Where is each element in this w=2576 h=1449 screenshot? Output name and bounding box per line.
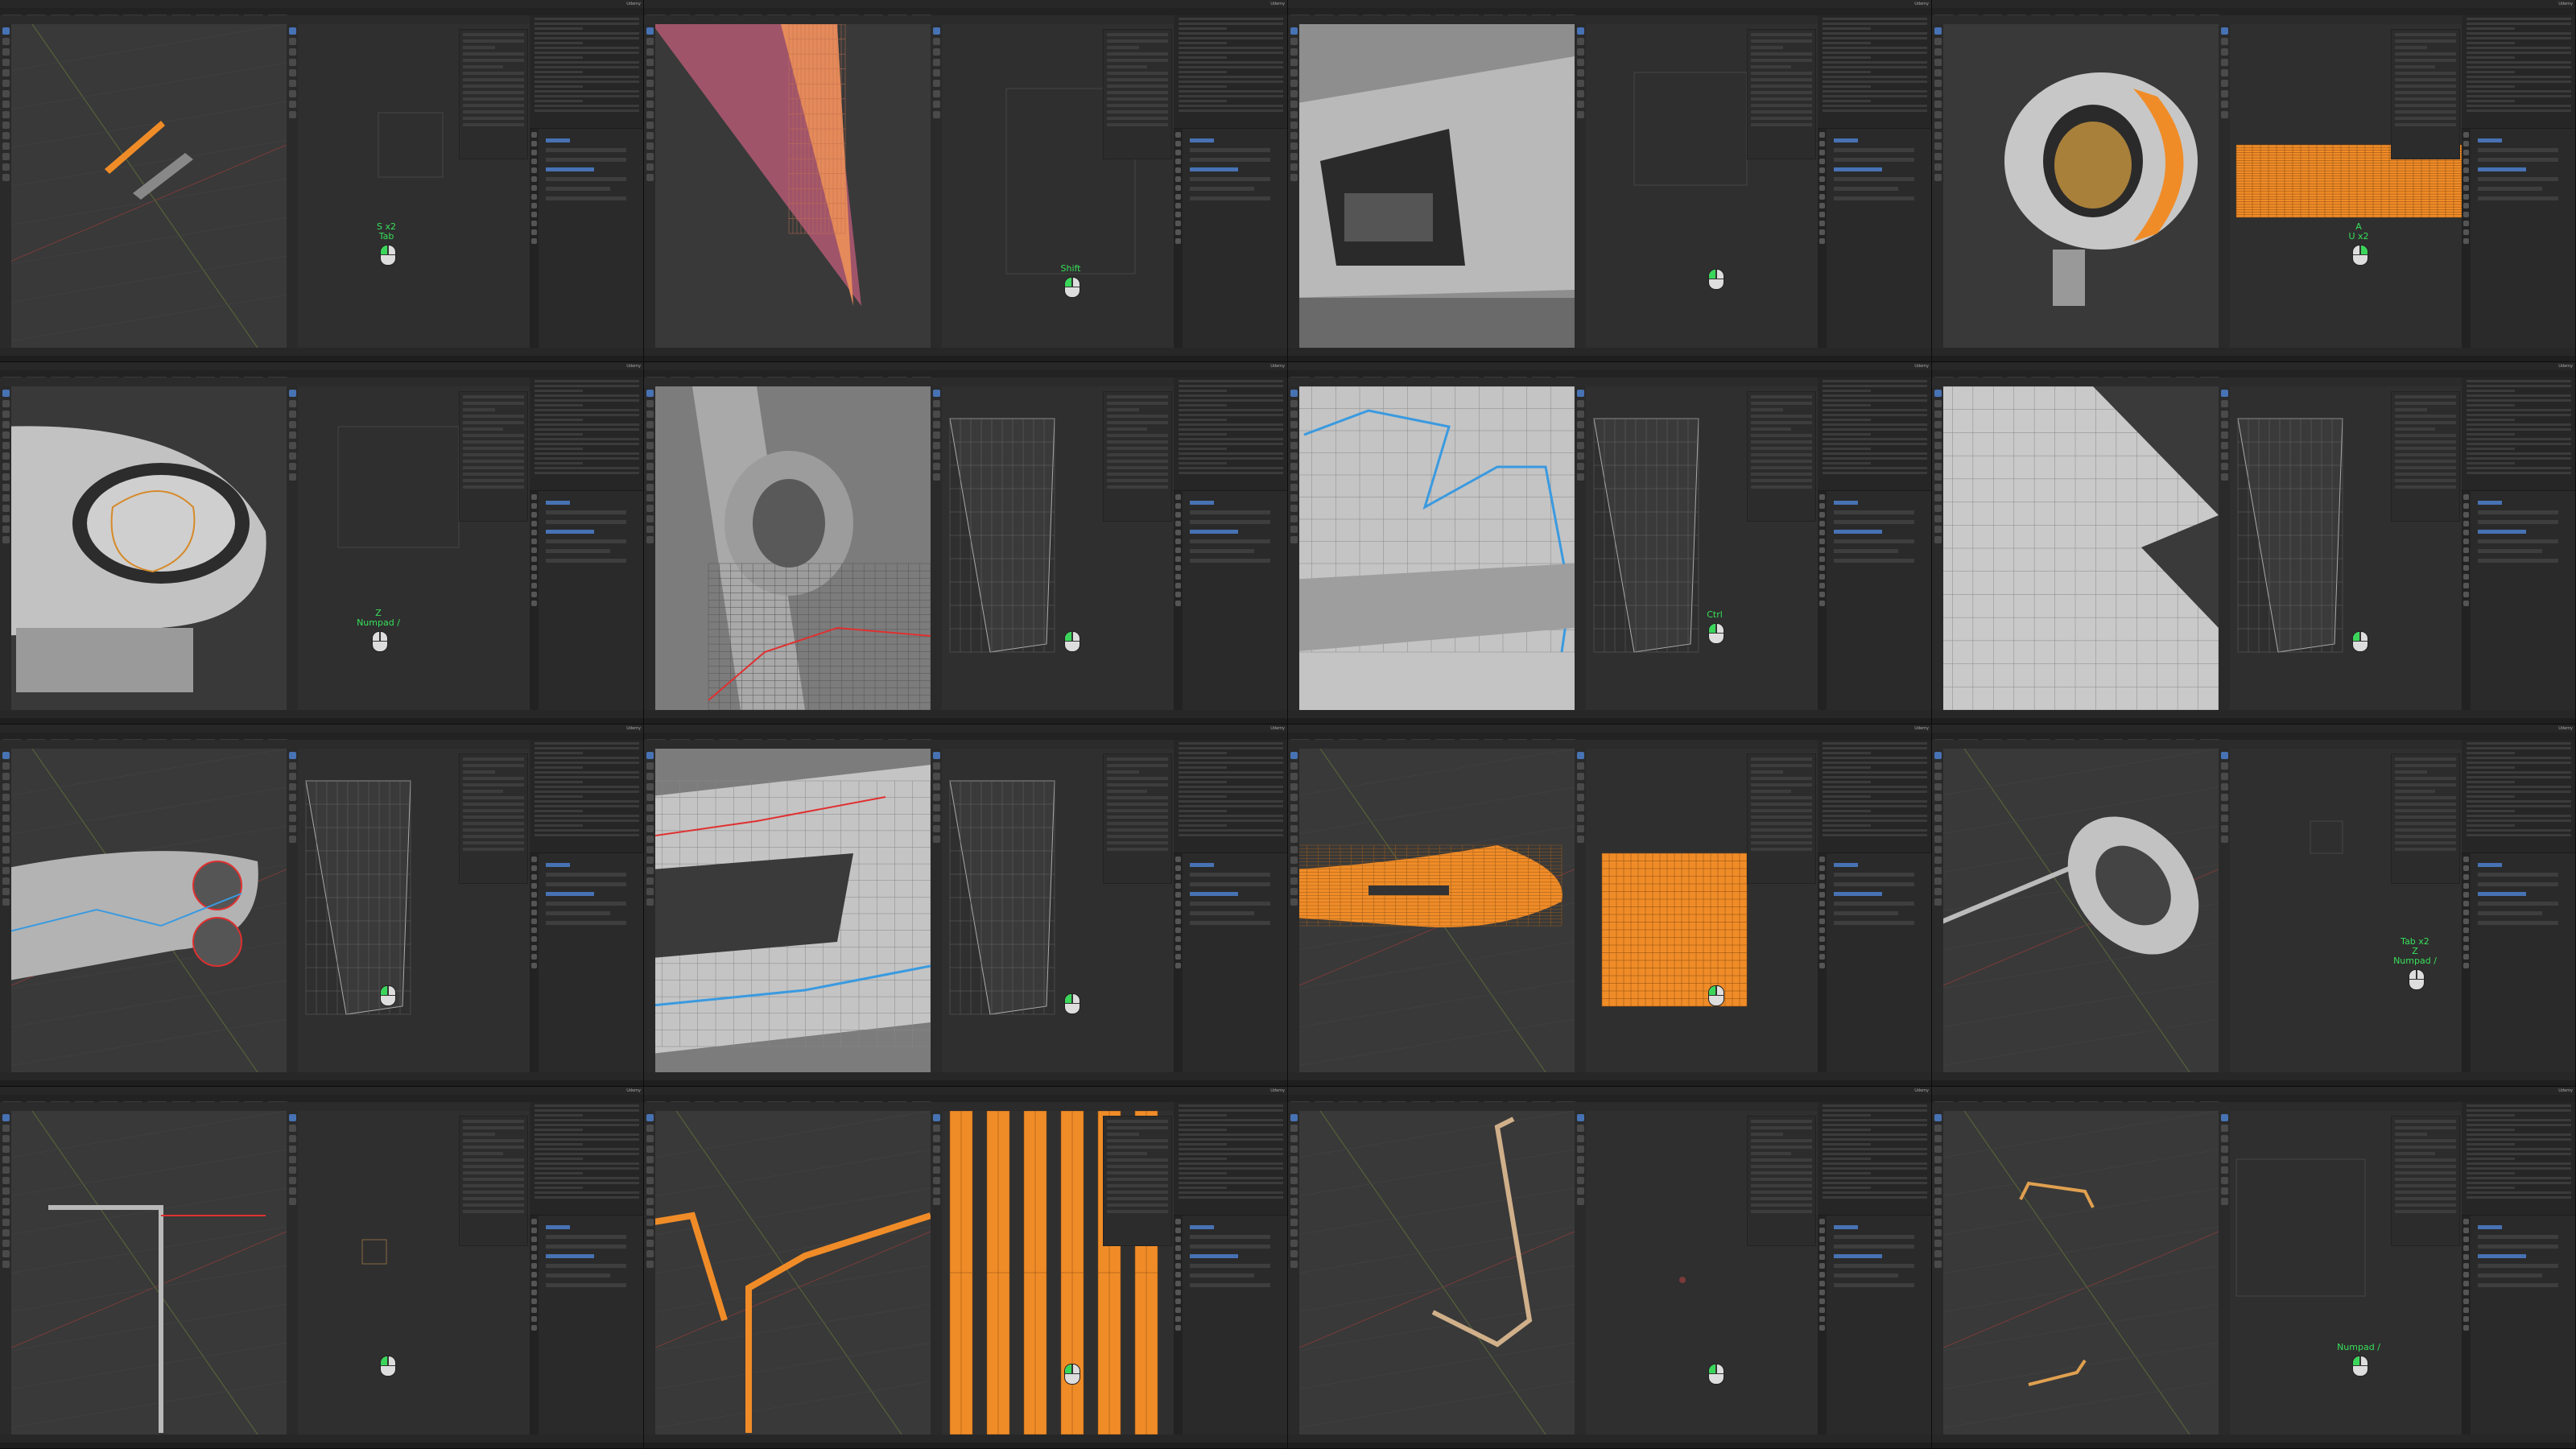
- mouse-indicator-icon: [1064, 1364, 1080, 1385]
- blender-window-tile-8: FileEditRenderWindowHelp Udemy: [1932, 362, 2576, 724]
- mouse-indicator-icon: [2409, 969, 2425, 990]
- keycast-overlay: [644, 1087, 1288, 1449]
- keycast-overlay: Numpad /: [1932, 1087, 2576, 1449]
- mouse-indicator-icon: [1708, 623, 1724, 644]
- blender-window-tile-13: FileEditRenderWindowHelp Udemy: [0, 1087, 644, 1449]
- keycast-overlay: [1932, 362, 2576, 724]
- blender-window-tile-2: FileEditRenderWindowHelp Udemy Shift: [644, 0, 1288, 362]
- mouse-indicator-icon: [1064, 993, 1080, 1014]
- keycast-overlay: [1288, 1087, 1932, 1449]
- keycast-overlay: Tab x2 Z Numpad /: [1932, 724, 2576, 1087]
- keycast-overlay: Z Numpad /: [0, 362, 644, 724]
- keycast-overlay: Shift: [644, 0, 1288, 362]
- keycast-key: Tab: [378, 231, 394, 242]
- mouse-indicator-icon: [1064, 277, 1080, 298]
- keycast-overlay: Ctrl: [1288, 362, 1932, 724]
- keycast-label: Z Numpad /: [354, 609, 402, 628]
- blender-window-tile-9: FileEditRenderWindowHelp Udemy: [0, 724, 644, 1087]
- keycast-label: Tab x2 Z Numpad /: [2391, 937, 2439, 966]
- mouse-indicator-icon: [1708, 985, 1724, 1006]
- mouse-indicator-icon: [2352, 245, 2368, 266]
- keycast-label: S x2 Tab: [362, 222, 411, 242]
- blender-window-tile-16: FileEditRenderWindowHelp Udemy Numpad /: [1932, 1087, 2576, 1449]
- keycast-key: Numpad /: [2393, 956, 2437, 966]
- keycast-key: Ctrl: [1707, 609, 1723, 620]
- keycast-overlay: [644, 724, 1288, 1087]
- keycast-key: Shift: [1060, 263, 1081, 274]
- blender-window-tile-10: FileEditRenderWindowHelp Udemy: [644, 724, 1288, 1087]
- keycast-label: Shift: [1046, 264, 1095, 274]
- keycast-overlay: S x2 Tab: [0, 0, 644, 362]
- mouse-indicator-icon: [1064, 631, 1080, 652]
- keycast-overlay: [1288, 724, 1932, 1087]
- keycast-overlay: AU x2: [1932, 0, 2576, 362]
- keycast-label: Ctrl: [1690, 610, 1739, 620]
- blender-window-tile-6: FileEditRenderWindowHelp Udemy: [644, 362, 1288, 724]
- mouse-indicator-icon: [2352, 631, 2368, 652]
- blender-window-tile-1: FileEditRenderWindowHelp Udemy S x2Tab: [0, 0, 644, 362]
- mouse-indicator-icon: [380, 985, 396, 1006]
- mouse-indicator-icon: [1708, 1364, 1724, 1385]
- keycast-overlay: [644, 362, 1288, 724]
- blender-window-tile-12: FileEditRenderWindowHelp Udemy Tab x2ZNu: [1932, 724, 2576, 1087]
- blender-window-tile-14: FileEditRenderWindowHelp Udemy: [644, 1087, 1288, 1449]
- keycast-key: Numpad /: [2337, 1342, 2380, 1352]
- mouse-indicator-icon: [372, 631, 388, 652]
- keycast-overlay: [0, 1087, 644, 1449]
- mouse-indicator-icon: [380, 245, 396, 266]
- mouse-indicator-icon: [380, 1356, 396, 1377]
- mouse-indicator-icon: [1708, 269, 1724, 290]
- keycast-overlay: [0, 724, 644, 1087]
- blender-window-tile-7: FileEditRenderWindowHelp Udemy Ctrl: [1288, 362, 1932, 724]
- blender-window-tile-4: FileEditRenderWindowHelp Udemy AU x2: [1932, 0, 2576, 362]
- keycast-label: AU x2: [2334, 222, 2383, 242]
- blender-window-tile-15: FileEditRenderWindowHelp Udemy: [1288, 1087, 1932, 1449]
- video-thumbnail-grid: FileEditRenderWindowHelp Udemy S x2Tab: [0, 0, 2576, 1449]
- keycast-label: Numpad /: [2334, 1343, 2383, 1352]
- blender-window-tile-5: FileEditRenderWindowHelp Udemy ZNumpad /: [0, 362, 644, 724]
- keycast-overlay: [1288, 0, 1932, 362]
- mouse-indicator-icon: [2352, 1356, 2368, 1377]
- keycast-key: Numpad /: [357, 617, 400, 628]
- keycast-key: U x2: [2348, 231, 2369, 242]
- blender-window-tile-3: FileEditRenderWindowHelp Udemy: [1288, 0, 1932, 362]
- blender-window-tile-11: FileEditRenderWindowHelp Udemy: [1288, 724, 1932, 1087]
